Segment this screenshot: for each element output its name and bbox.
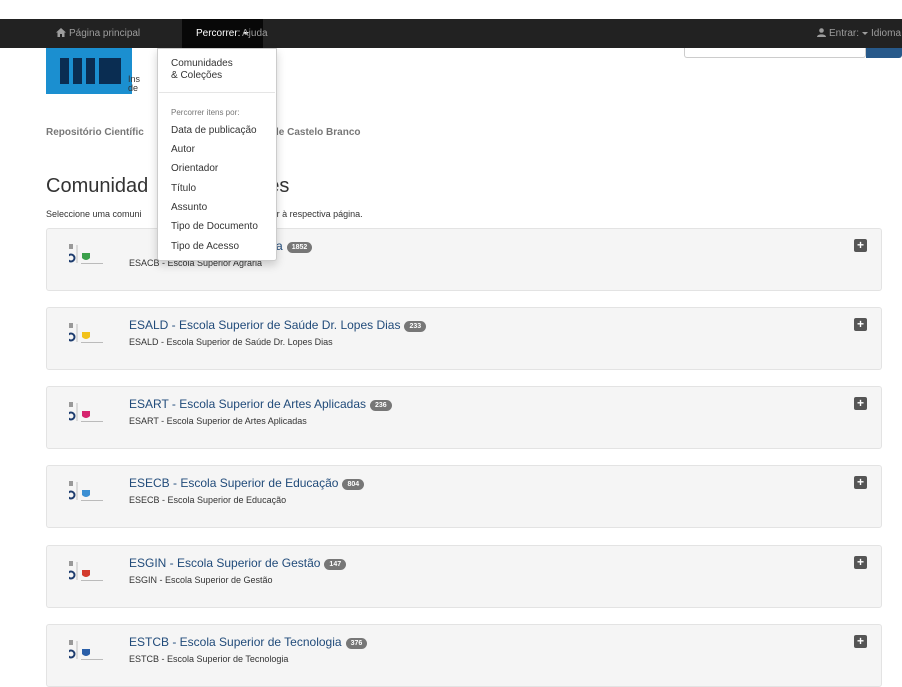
- community-logo-icon: [69, 640, 103, 660]
- community-title-link[interactable]: ESTCB - Escola Superior de Tecnologia 376: [129, 635, 368, 649]
- community-title-link[interactable]: ESECB - Escola Superior de Educação 804: [129, 476, 365, 490]
- plus-icon: +: [856, 555, 864, 569]
- expand-button[interactable]: +: [854, 397, 867, 410]
- plus-icon: +: [856, 317, 864, 331]
- logo-mark: [46, 48, 132, 94]
- expand-button[interactable]: +: [854, 318, 867, 331]
- plus-icon: +: [856, 238, 864, 252]
- dropdown-item-access-type[interactable]: Tipo de Acesso: [171, 241, 239, 253]
- community-logo-icon: [69, 561, 103, 581]
- community-panel: ESGIN - Escola Superior de Gestão 147 ESGI…: [46, 545, 882, 608]
- nav-help-link[interactable]: Ajuda: [242, 19, 268, 48]
- breadcrumb-left[interactable]: Repositório Científic: [46, 127, 144, 138]
- nav-browse-label: Percorrer:: [196, 28, 241, 39]
- community-title-link[interactable]: ESART - Escola Superior de Artes Aplicad…: [129, 397, 392, 411]
- item-count-badge: 236: [370, 400, 392, 411]
- dropdown-item-advisor[interactable]: Orientador: [171, 163, 218, 175]
- item-count-badge: 233: [404, 321, 427, 332]
- community-subtitle: ESART - Escola Superior de Artes Aplicad…: [129, 416, 307, 426]
- community-logo-icon: [69, 402, 103, 422]
- nav-language-dropdown[interactable]: Idioma: [871, 19, 901, 48]
- expand-button[interactable]: +: [854, 556, 867, 569]
- browse-dropdown-menu: Comunidades & Coleções Percorrer itens p…: [157, 48, 277, 261]
- expand-button[interactable]: +: [854, 239, 867, 252]
- item-count-badge: 147: [324, 559, 347, 570]
- community-panel: ESALD - Escola Superior de Saúde Dr. Lop…: [46, 307, 882, 370]
- community-subtitle: ESGIN - Escola Superior de Gestão: [129, 575, 273, 585]
- plus-icon: +: [856, 634, 864, 648]
- community-subtitle: ESTCB - Escola Superior de Tecnologia: [129, 654, 289, 664]
- community-subtitle: ESECB - Escola Superior de Educação: [129, 495, 287, 505]
- top-strip: [0, 0, 902, 19]
- expand-button[interactable]: +: [854, 476, 867, 489]
- community-subtitle: ESALD - Escola Superior de Saúde Dr. Lop…: [129, 337, 333, 347]
- site-logo[interactable]: Ins de: [46, 48, 146, 94]
- community-title: ESART - Escola Superior de Artes Aplicad…: [129, 397, 367, 411]
- community-title-link[interactable]: ESGIN - Escola Superior de Gestão 147: [129, 556, 347, 570]
- dropdown-item-author[interactable]: Autor: [171, 144, 195, 156]
- plus-icon: +: [856, 475, 864, 489]
- community-panel: ESART - Escola Superior de Artes Aplicad…: [46, 386, 882, 449]
- search-input[interactable]: [684, 48, 866, 58]
- nav-login-label: Entrar:: [829, 28, 860, 39]
- item-count-badge: 376: [345, 638, 368, 649]
- dropdown-divider: [159, 92, 275, 93]
- community-title: ESECB - Escola Superior de Educação: [129, 476, 339, 490]
- dropdown-item-date[interactable]: Data de publicação: [171, 125, 257, 137]
- user-icon: [817, 28, 826, 37]
- dropdown-item-subject[interactable]: Assunto: [171, 202, 207, 214]
- item-count-badge: 1852: [286, 242, 313, 253]
- community-logo-icon: [69, 481, 103, 501]
- community-panel: ESECB - Escola Superior de Educação 804 ES…: [46, 465, 882, 528]
- community-title: ESALD - Escola Superior de Saúde Dr. Lop…: [129, 318, 401, 332]
- chevron-down-icon: [862, 31, 869, 35]
- dropdown-item-title[interactable]: Título: [171, 183, 196, 195]
- nav-login-dropdown[interactable]: Entrar:: [817, 19, 869, 48]
- navbar: Página principal Percorrer: Ajuda Entrar…: [0, 19, 902, 48]
- community-title: ESGIN - Escola Superior de Gestão: [129, 556, 321, 570]
- dropdown-item-communities[interactable]: Comunidades & Coleções: [171, 58, 233, 82]
- item-count-badge: 804: [342, 479, 365, 490]
- nav-help-label: Ajuda: [242, 28, 268, 39]
- nav-home-link[interactable]: Página principal: [56, 19, 140, 48]
- community-logo-icon: [69, 244, 103, 264]
- dropdown-item-doc-type[interactable]: Tipo de Documento: [171, 221, 258, 233]
- search-button[interactable]: [866, 48, 902, 58]
- plus-icon: +: [856, 396, 864, 410]
- community-title-link[interactable]: ESALD - Escola Superior de Saúde Dr. Lop…: [129, 318, 427, 332]
- community-logo-icon: [69, 323, 103, 343]
- community-panel: ESTCB - Escola Superior de Tecnologia 376…: [46, 624, 882, 687]
- expand-button[interactable]: +: [854, 635, 867, 648]
- community-title: ESTCB - Escola Superior de Tecnologia: [129, 635, 342, 649]
- nav-home-label: Página principal: [69, 28, 141, 39]
- dropdown-header: Percorrer itens por:: [171, 108, 240, 117]
- home-icon: [56, 28, 66, 37]
- logo-text: Ins de: [128, 74, 141, 93]
- nav-language-label: Idioma: [871, 28, 902, 39]
- breadcrumb-right[interactable]: o de Castelo Branco: [264, 127, 361, 138]
